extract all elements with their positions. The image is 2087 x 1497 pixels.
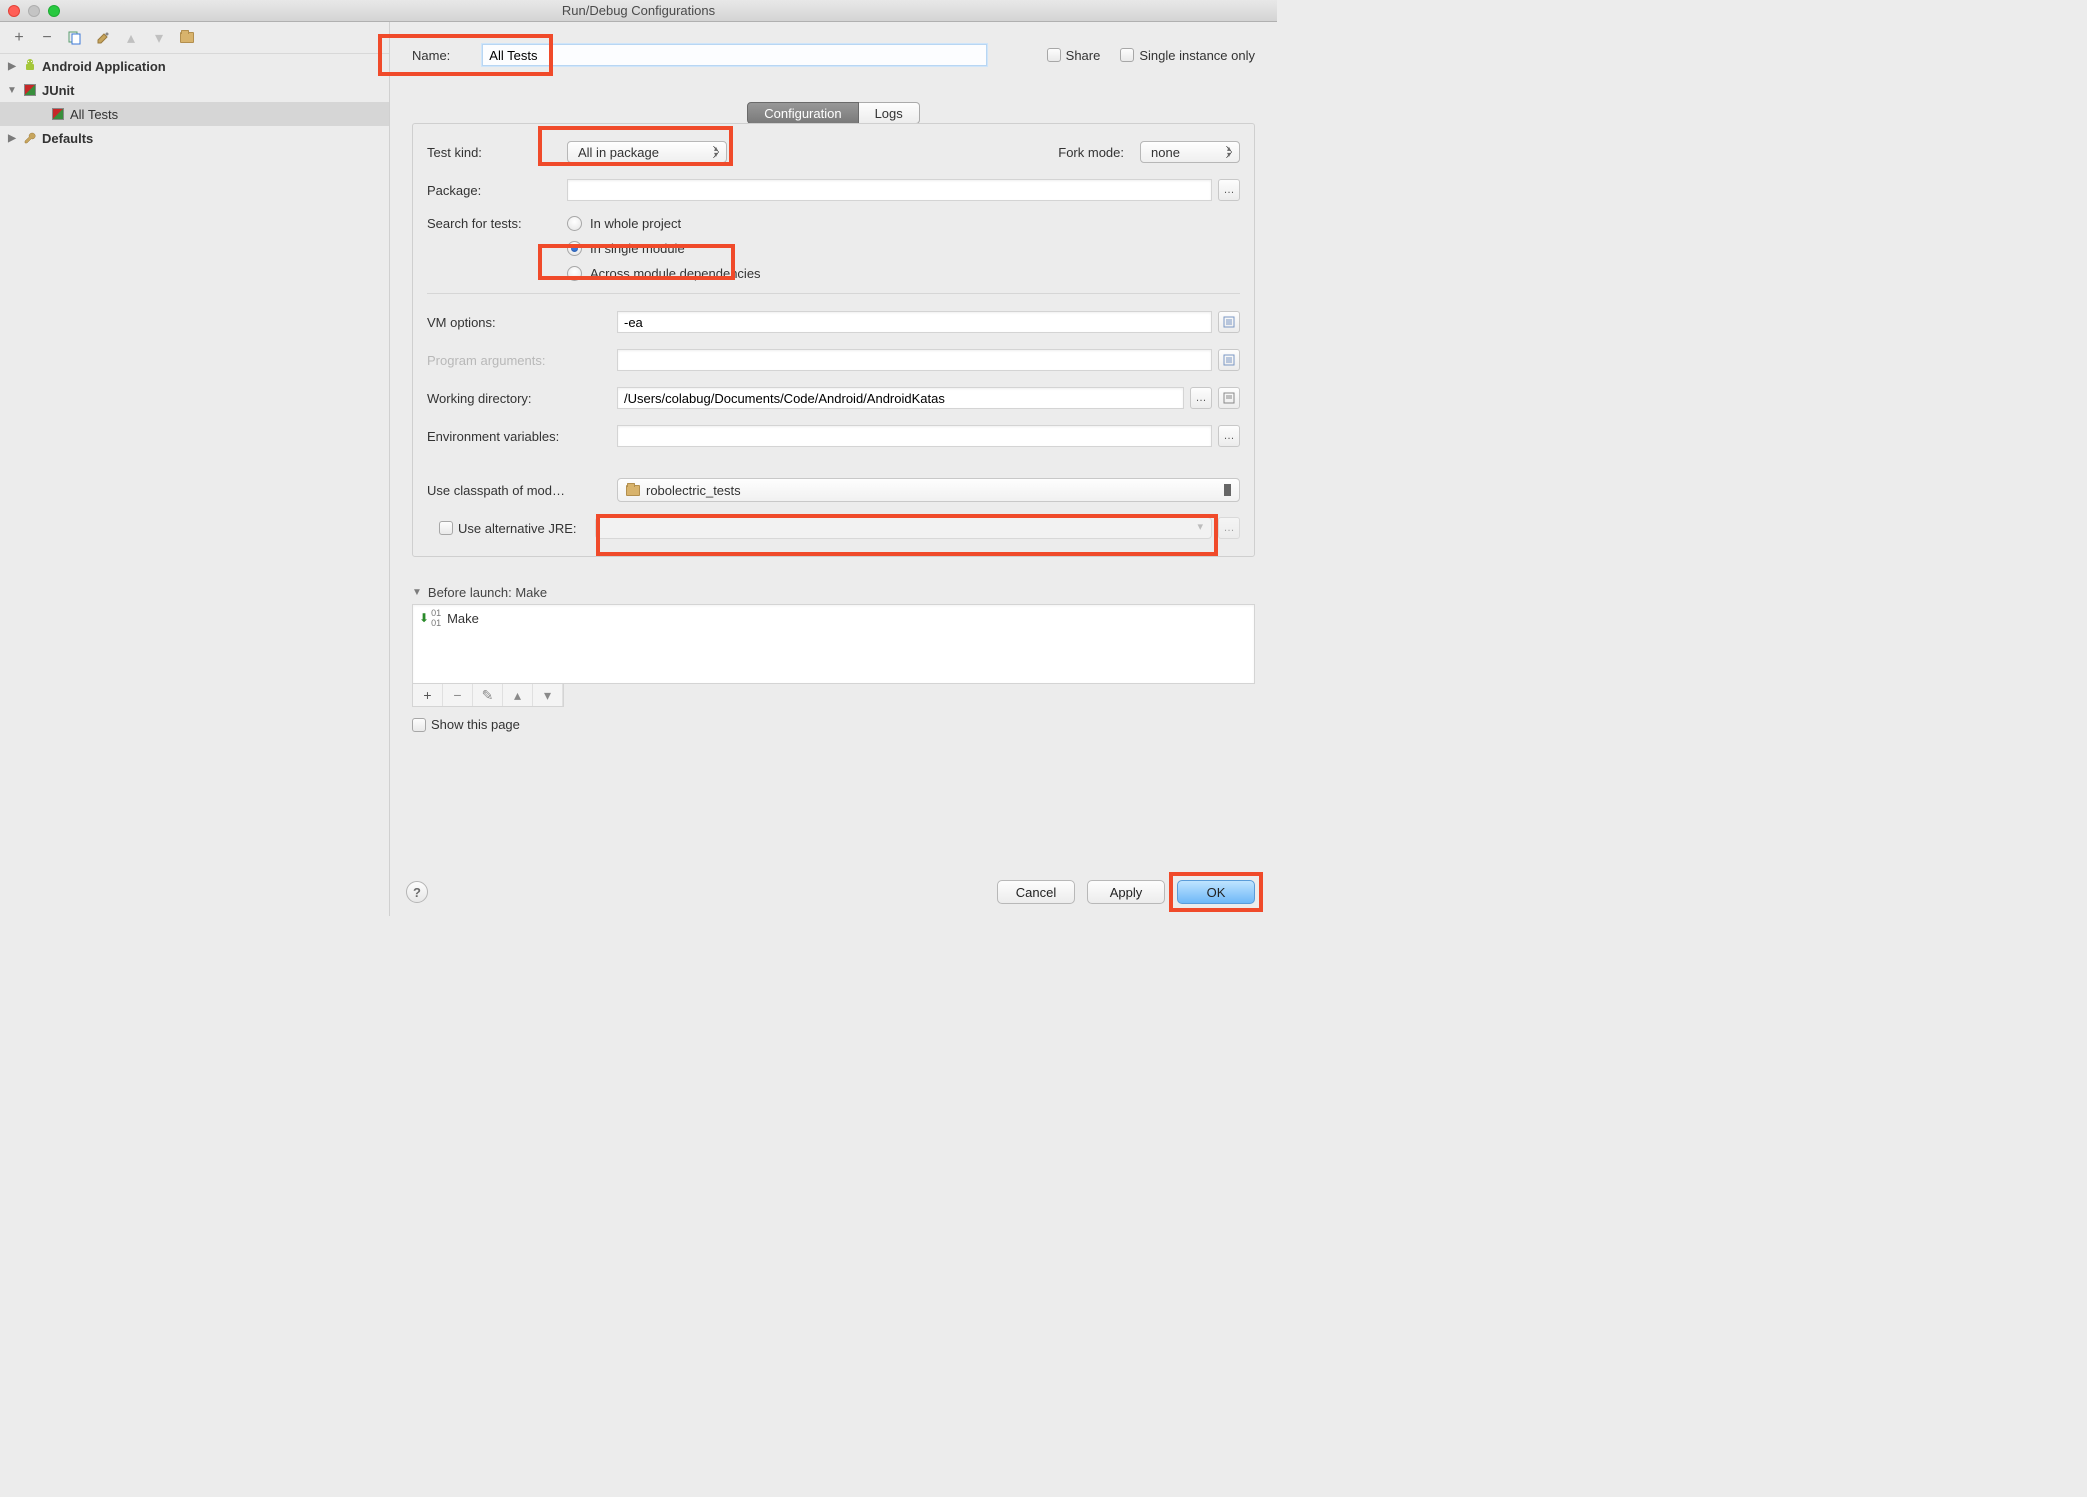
classpath-label: Use classpath of mod… (427, 483, 617, 498)
tabs: Configuration Logs (412, 102, 1255, 124)
working-dir-label: Working directory: (427, 391, 617, 406)
disclosure-triangle-icon: ▼ (412, 587, 422, 598)
fork-mode-value: none (1151, 145, 1180, 160)
test-kind-select[interactable]: All in package ▴▾ (567, 141, 727, 163)
sidebar-toolbar: + − ▴ ▾ (0, 22, 389, 54)
tree-label: All Tests (70, 107, 118, 122)
ok-button[interactable]: OK (1177, 880, 1255, 904)
search-for-tests-label: Search for tests: (427, 214, 567, 231)
tree-all-tests[interactable]: All Tests (0, 102, 389, 126)
junit-icon (22, 82, 38, 98)
move-up-icon: ▴ (122, 29, 140, 47)
cancel-button[interactable]: Cancel (997, 880, 1075, 904)
fork-mode-label: Fork mode: (1058, 145, 1124, 160)
tree-label: JUnit (42, 83, 75, 98)
before-launch-list[interactable]: ⬇ 0101 Make (412, 604, 1255, 684)
move-task-up-button: ▴ (503, 684, 533, 706)
edit-task-button: ✎ (473, 684, 503, 706)
expand-vm-options-button[interactable] (1218, 311, 1240, 333)
junit-icon (50, 106, 66, 122)
name-label: Name: (412, 48, 450, 63)
main-panel: Name: Share Single instance only Configu… (390, 22, 1277, 916)
radio-whole-project[interactable]: In whole project (567, 216, 761, 231)
before-launch-toolbar: + − ✎ ▴ ▾ (412, 684, 564, 707)
browse-working-dir-button[interactable]: … (1190, 387, 1212, 409)
radio-single-module[interactable]: In single module (567, 241, 761, 256)
add-task-button[interactable]: + (413, 684, 443, 706)
config-panel: Test kind: All in package ▴▾ Fork mode: … (412, 123, 1255, 557)
divider (427, 293, 1240, 294)
footer: ? Cancel Apply OK (390, 880, 1255, 904)
alt-jre-checkbox[interactable]: Use alternative JRE: (439, 521, 577, 536)
browse-package-button[interactable]: … (1218, 179, 1240, 201)
remove-config-icon[interactable]: − (38, 29, 56, 47)
share-label: Share (1066, 48, 1101, 63)
tree-defaults[interactable]: ▶ Defaults (0, 126, 389, 150)
config-tree[interactable]: ▶ Android Application ▼ JUnit All Tests … (0, 54, 389, 916)
env-vars-label: Environment variables: (427, 429, 617, 444)
copy-config-icon[interactable] (66, 29, 84, 47)
remove-task-button: − (443, 684, 473, 706)
browse-env-vars-button[interactable]: … (1218, 425, 1240, 447)
test-kind-label: Test kind: (427, 145, 567, 160)
show-this-page-label: Show this page (431, 717, 520, 732)
env-vars-input[interactable] (617, 425, 1212, 447)
window-title: Run/Debug Configurations (0, 3, 1277, 18)
program-args-input[interactable] (617, 349, 1212, 371)
radio-across-modules[interactable]: Across module dependencies (567, 266, 761, 281)
header-options: Share Single instance only (1047, 48, 1255, 63)
classpath-module-select[interactable]: robolectric_tests ▴▾ (617, 478, 1240, 502)
sidebar: + − ▴ ▾ ▶ Android Application (0, 22, 390, 916)
radio-label: Across module dependencies (590, 266, 761, 281)
fork-mode-select[interactable]: none ▴▾ (1140, 141, 1240, 163)
vm-options-label: VM options: (427, 315, 617, 330)
before-launch-title: Before launch: Make (428, 585, 547, 600)
module-folder-icon (626, 485, 640, 496)
alt-jre-label: Use alternative JRE: (458, 521, 577, 536)
classpath-value: robolectric_tests (646, 483, 741, 498)
before-launch-section: ▼ Before launch: Make ⬇ 0101 Make + − ✎ … (412, 585, 1255, 732)
make-label: Make (447, 611, 479, 626)
tree-label: Defaults (42, 131, 93, 146)
working-dir-input[interactable] (617, 387, 1184, 409)
titlebar: Run/Debug Configurations (0, 0, 1277, 22)
tree-junit[interactable]: ▼ JUnit (0, 78, 389, 102)
radio-label: In single module (590, 241, 685, 256)
vm-options-input[interactable] (617, 311, 1212, 333)
add-config-icon[interactable]: + (10, 29, 28, 47)
tree-android-application[interactable]: ▶ Android Application (0, 54, 389, 78)
android-icon (22, 58, 38, 74)
tree-label: Android Application (42, 59, 166, 74)
before-launch-header[interactable]: ▼ Before launch: Make (412, 585, 1255, 600)
package-input[interactable] (567, 179, 1212, 201)
tab-configuration[interactable]: Configuration (747, 102, 858, 124)
wrench-icon (22, 130, 38, 146)
program-args-label: Program arguments: (427, 353, 617, 368)
radio-label: In whole project (590, 216, 681, 231)
before-launch-item-make[interactable]: ⬇ 0101 Make (413, 605, 1254, 631)
edit-defaults-icon[interactable] (94, 29, 112, 47)
move-down-icon: ▾ (150, 29, 168, 47)
show-this-page-checkbox[interactable]: Show this page (412, 717, 1255, 732)
working-dir-macro-button[interactable] (1218, 387, 1240, 409)
move-task-down-button: ▾ (533, 684, 563, 706)
single-instance-checkbox[interactable]: Single instance only (1120, 48, 1255, 63)
test-kind-value: All in package (578, 145, 659, 160)
help-button[interactable]: ? (406, 881, 428, 903)
package-label: Package: (427, 183, 567, 198)
single-instance-label: Single instance only (1139, 48, 1255, 63)
browse-alt-jre-button: … (1218, 517, 1240, 539)
tab-logs[interactable]: Logs (859, 102, 920, 124)
make-icon: ⬇ (419, 611, 429, 625)
expand-program-args-button[interactable] (1218, 349, 1240, 371)
alt-jre-select (595, 517, 1213, 539)
folder-icon[interactable] (178, 29, 196, 47)
name-input[interactable] (482, 44, 986, 66)
apply-button[interactable]: Apply (1087, 880, 1165, 904)
share-checkbox[interactable]: Share (1047, 48, 1101, 63)
